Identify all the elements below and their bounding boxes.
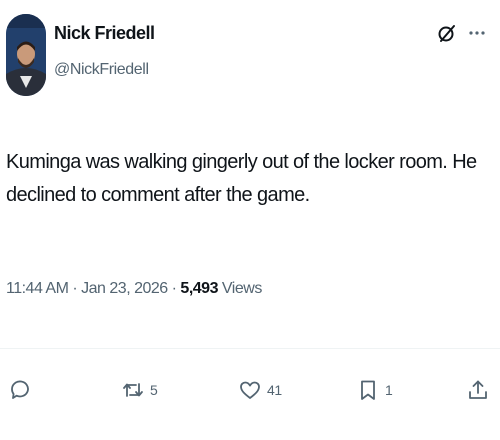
grok-icon[interactable] bbox=[436, 22, 458, 44]
share-button[interactable] bbox=[466, 378, 490, 402]
more-icon[interactable] bbox=[466, 22, 488, 44]
tweet-time[interactable]: 11:44 AM bbox=[6, 280, 69, 297]
tweet-action-bar: 5 41 1 bbox=[0, 378, 500, 418]
meta-separator: · bbox=[171, 280, 177, 297]
views-count: 5,493 bbox=[180, 280, 218, 297]
repost-button[interactable]: 5 bbox=[121, 378, 158, 402]
tweet-date[interactable]: Jan 23, 2026 bbox=[81, 280, 168, 297]
tweet-top-icons bbox=[436, 22, 488, 44]
views-label: Views bbox=[221, 280, 262, 297]
tweet-meta: 11:44 AM · Jan 23, 2026 · 5,493 Views bbox=[6, 278, 262, 300]
reply-icon bbox=[8, 378, 32, 402]
author-names: Nick Friedell @NickFriedell bbox=[54, 22, 155, 80]
tweet-text: Kuminga was walking gingerly out of the … bbox=[6, 151, 477, 206]
tweet-card: Nick Friedell @NickFriedell Kuminga was … bbox=[0, 0, 500, 440]
meta-separator: · bbox=[72, 280, 78, 297]
like-count: 41 bbox=[267, 382, 282, 398]
bookmark-button[interactable]: 1 bbox=[356, 378, 393, 402]
bookmark-count: 1 bbox=[385, 382, 393, 398]
bookmark-icon bbox=[356, 378, 380, 402]
repost-icon bbox=[121, 378, 145, 402]
avatar[interactable] bbox=[6, 14, 46, 96]
divider bbox=[0, 348, 500, 349]
like-button[interactable]: 41 bbox=[238, 378, 282, 402]
author-display-name[interactable]: Nick Friedell bbox=[54, 22, 155, 44]
share-icon bbox=[466, 378, 490, 402]
author-handle[interactable]: @NickFriedell bbox=[54, 60, 155, 80]
reply-button[interactable] bbox=[8, 378, 37, 402]
repost-count: 5 bbox=[150, 382, 158, 398]
tweet-header: Nick Friedell @NickFriedell bbox=[6, 14, 494, 104]
heart-icon bbox=[238, 378, 262, 402]
